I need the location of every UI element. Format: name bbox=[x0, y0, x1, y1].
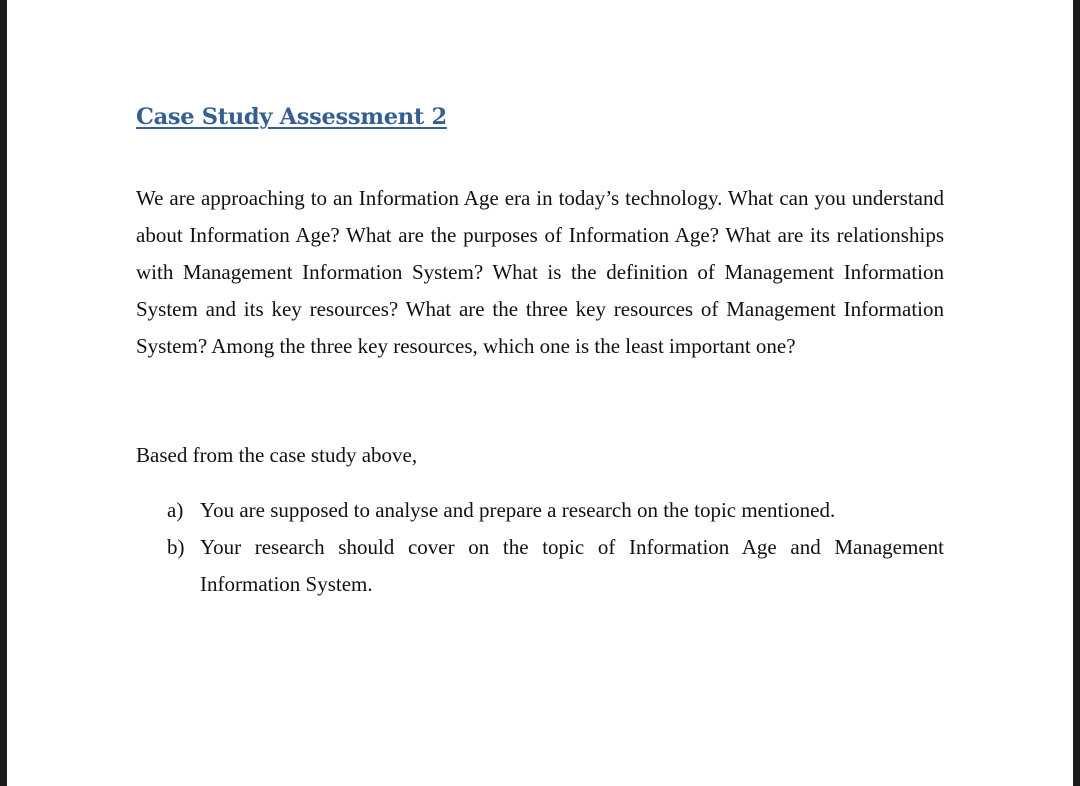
list-item-text: Your research should cover on the topic … bbox=[200, 535, 944, 596]
list-item: a) You are supposed to analyse and prepa… bbox=[167, 492, 944, 529]
document-title: Case Study Assessment 2 bbox=[136, 104, 447, 130]
list-item: b) Your research should cover on the top… bbox=[167, 529, 944, 603]
instructions-list: a) You are supposed to analyse and prepa… bbox=[167, 492, 944, 603]
list-marker: b) bbox=[167, 535, 185, 559]
instructions-intro: Based from the case study above, bbox=[136, 443, 418, 467]
list-marker: a) bbox=[167, 498, 184, 522]
document-page: Case Study Assessment 2 We are approachi… bbox=[7, 0, 1073, 786]
case-study-paragraph: We are approaching to an Information Age… bbox=[136, 186, 944, 358]
list-item-text: You are supposed to analyse and prepare … bbox=[200, 498, 836, 522]
